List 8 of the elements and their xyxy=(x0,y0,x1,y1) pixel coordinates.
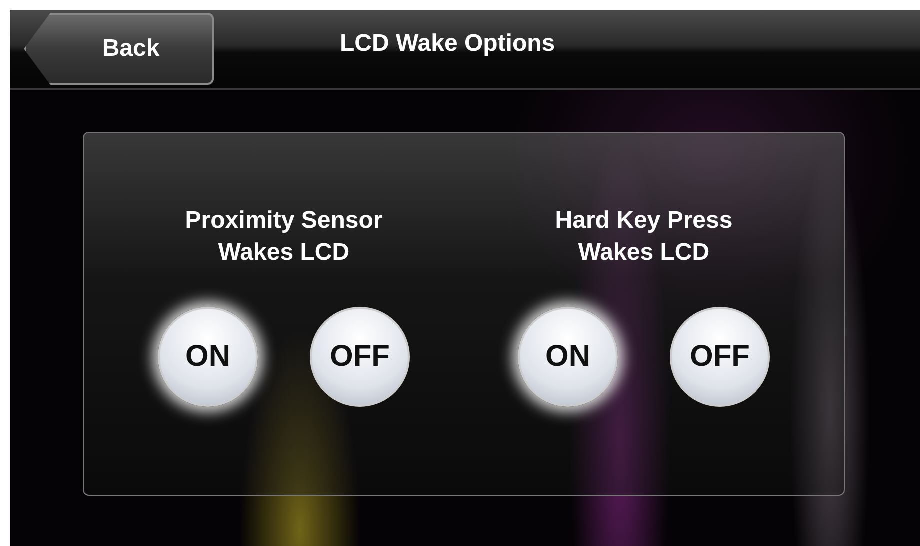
screen-title: LCD Wake Options xyxy=(340,30,556,58)
back-button[interactable]: Back xyxy=(24,13,214,85)
toggle-button[interactable]: ON xyxy=(158,307,258,407)
option-label: Hard Key Press Wakes LCD xyxy=(554,206,734,268)
toggle-button[interactable]: OFF xyxy=(670,307,770,407)
toggle-button[interactable]: ON xyxy=(518,307,618,407)
option-label: Proximity Sensor Wakes LCD xyxy=(184,206,384,268)
toggle-button[interactable]: OFF xyxy=(310,307,410,407)
